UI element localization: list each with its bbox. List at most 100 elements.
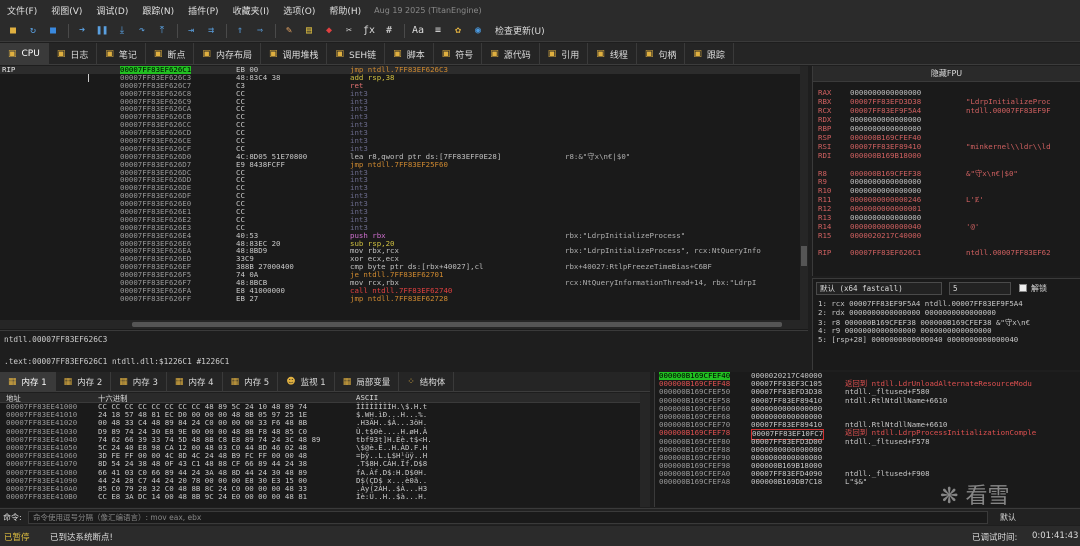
register-row[interactable]: RBX 00007FF83EFD3D38 "LdrpInitializeProc [818,97,1051,106]
execute-till-return-icon[interactable]: ⇑ [231,23,249,39]
dump-row[interactable]: 00007FF83EE41010 24 18 57 48 81 EC D0 00 … [0,410,640,419]
menu-item[interactable]: 文件(F) [0,4,44,17]
register-row[interactable]: R12 0000000000000001 [818,204,966,213]
register-row[interactable]: RSI 00007FF83EF89410 "minkernel\\ldr\\ld [818,142,1051,151]
stack-value[interactable]: 000000B169DB7C18 [751,478,822,486]
menu-item[interactable]: 视图(V) [44,4,89,17]
tab-memory-5[interactable]: ▦ 内存 5 [223,372,279,392]
scrollbar-thumb[interactable] [132,322,782,327]
menu-item[interactable]: 跟踪(N) [135,4,181,17]
register-row[interactable]: RDI 000000B169B18000 [818,151,966,160]
register-row[interactable]: R15 0000020217C40000 [818,231,966,240]
dump-hex[interactable]: CC E8 3A DC 14 00 48 8B 9C 24 E0 00 00 0… [98,492,307,501]
register-row[interactable]: RBP 0000000000000000 [818,124,966,133]
register-value[interactable]: 0000000000000000 [850,88,966,97]
trace-over-icon[interactable]: ⇉ [202,23,220,39]
menu-item[interactable]: 帮助(H) [322,4,368,17]
unlock-checkbox[interactable] [1019,284,1027,292]
tab-watch-6[interactable]: ☻ 监视 1 [278,372,335,392]
register-value[interactable]: 00007FF83EF89410 [850,142,966,151]
step-out-icon[interactable]: ⤒ [153,23,171,39]
dump-row[interactable]: 00007FF83EE41000 CC CC CC CC CC CC CC CC … [0,402,640,411]
function-icon[interactable]: ƒx [360,23,378,39]
register-row[interactable]: R10 0000000000000000 [818,186,966,195]
argument-line[interactable]: 4: r9 0000000000000000 0000000000000000 [818,326,992,335]
hash-icon[interactable]: # [380,23,398,39]
dump-row[interactable]: 00007FF83EE41020 00 48 33 C4 48 89 84 24 … [0,419,640,427]
comment-icon[interactable]: ▤ [300,23,318,39]
dump-row[interactable]: 00007FF83EE41050 5C 24 40 E8 98 CA 12 00 … [0,443,640,452]
register-value[interactable]: 0000000000000000 [850,177,966,186]
tab-references[interactable]: ▣ 引用 [540,43,589,65]
dump-row[interactable]: 00007FF83EE41070 8D 54 24 38 48 0F 43 C1 … [0,460,640,468]
bookmark-icon[interactable]: ✂ [340,23,358,39]
run-icon[interactable]: ➜ [73,23,91,39]
strings-icon[interactable]: ≡ [429,23,447,39]
dump-row[interactable]: 00007FF83EE41060 3D FE FF 00 00 4C 8D 4C … [0,451,640,460]
pause-icon[interactable]: ❚❚ [93,23,111,39]
check-update-button[interactable]: 检查更新(U) [495,24,545,37]
dump-row[interactable]: 00007FF83EE41040 74 62 66 39 33 74 5D 48 … [0,435,640,444]
tab-memory-3[interactable]: ▦ 内存 3 [111,372,167,392]
register-row[interactable]: R11 0000000000000246 L'Ɇ' [818,195,984,204]
stack-value[interactable]: 00007FF83EF89410 [751,420,822,429]
dump-row[interactable]: 00007FF83EE41090 44 24 28 C7 44 24 20 78 … [0,476,640,485]
register-value[interactable]: 00007FF83EF9F5A4 [850,106,966,115]
run-to-user-code-icon[interactable]: ⇒ [251,23,269,39]
label-icon[interactable]: ◆ [320,23,338,39]
tab-source[interactable]: ▣ 源代码 [482,43,540,65]
disassembly-horizontal-scrollbar[interactable] [0,320,808,329]
register-row[interactable]: R9 0000000000000000 [818,177,966,186]
hide-fpu-button[interactable]: 隐藏FPU [813,66,1080,82]
tab-notes[interactable]: ▣ 笔记 [97,43,146,65]
default-label[interactable]: 默认 [1000,512,1016,523]
register-row[interactable]: RDX 0000000000000000 [818,115,966,124]
arg-count-select[interactable]: 5 [949,282,1011,295]
tab-trace[interactable]: ▣ 跟踪 [685,43,734,65]
stack-row[interactable]: 000000B169CFEFA8 000000B169DB7C18 L"$&" [655,478,1080,486]
menu-item[interactable]: 调试(D) [89,4,135,17]
tab-locals-7[interactable]: ▦ 局部变量 [335,372,400,392]
tab-seh[interactable]: ▣ SEH链 [327,43,386,65]
call-convention-select[interactable]: 默认 (x64 fastcall) [816,282,942,295]
tab-memory-map[interactable]: ▣ 内存布局 [194,43,261,65]
dump-row[interactable]: 00007FF83EE41030 D9 89 74 24 30 E8 9E 00 … [0,427,640,436]
argument-line[interactable]: 1: rcx 00007FF83EF9F5A4 ntdll.00007FF83E… [818,299,1023,308]
menu-item[interactable]: 插件(P) [181,4,225,17]
register-value[interactable]: 0000000000000000 [850,115,966,124]
step-into-icon[interactable]: ⤓ [113,23,131,39]
register-value[interactable]: 0000000000000000 [850,213,966,222]
tab-threads[interactable]: ▣ 线程 [588,43,637,65]
tab-script[interactable]: ▣ 脚本 [385,43,434,65]
step-over-icon[interactable]: ↷ [133,23,151,39]
dump-row[interactable]: 00007FF83EE410B0 CC E8 3A DC 14 00 48 8B … [0,492,640,501]
tab-memory-4[interactable]: ▦ 内存 4 [167,372,223,392]
memory-dump-view[interactable]: 地址 十六进制 ASCII 00007FF83EE41000 CC CC CC C… [0,393,640,507]
scrollbar-thumb[interactable] [801,246,807,266]
register-value[interactable]: 0000000000000000 [850,124,966,133]
register-row[interactable]: R14 0000000000000040 '@' [818,222,979,231]
restart-icon[interactable]: ↻ [24,23,42,39]
stop-icon[interactable]: ■ [44,23,62,39]
tab-symbols[interactable]: ▣ 符号 [434,43,483,65]
command-input[interactable]: 命令使用逗号分隔（像汇编语言）: mov eax, ebx [28,511,988,524]
disassembly-view[interactable]: RIP 00007FF83EF626C1 EB 00 jmp ntdll.7FF83E… [0,66,808,330]
menu-item[interactable]: 选项(O) [276,4,322,17]
tab-cpu[interactable]: ▣ CPU [0,43,49,65]
disasm-row[interactable]: 00007FF83EF626FF EB 27 jmp ntdll.7FF83EF62… [0,294,808,303]
trace-into-icon[interactable]: ⇥ [182,23,200,39]
register-row[interactable]: RCX 00007FF83EF9F5A4 ntdll.00007FF83EF9F [818,106,1051,115]
tab-handles[interactable]: ▣ 句柄 [637,43,686,65]
tab-memory-2[interactable]: ▦ 内存 2 [56,372,112,392]
menu-item[interactable]: 收藏夹(I) [226,4,277,17]
font-icon[interactable]: Aa [409,23,427,39]
register-row[interactable]: R8 000000B169CFEF38 &"守x\n€|$0" [818,168,1018,178]
register-row[interactable]: RSP 000000B169CFEF40 [818,133,966,142]
dump-row[interactable]: 00007FF83EE410A0 85 C0 79 28 32 C0 48 8B … [0,484,640,493]
register-value[interactable]: 000000B169B18000 [850,151,966,160]
register-value[interactable]: 000000B169CFEF40 [850,133,966,142]
settings-icon[interactable]: ✿ [449,23,467,39]
register-row[interactable]: RAX 0000000000000000 [818,88,966,97]
tab-call-stack[interactable]: ▣ 调用堆栈 [261,43,328,65]
disassembly-vertical-scrollbar[interactable] [800,66,808,320]
